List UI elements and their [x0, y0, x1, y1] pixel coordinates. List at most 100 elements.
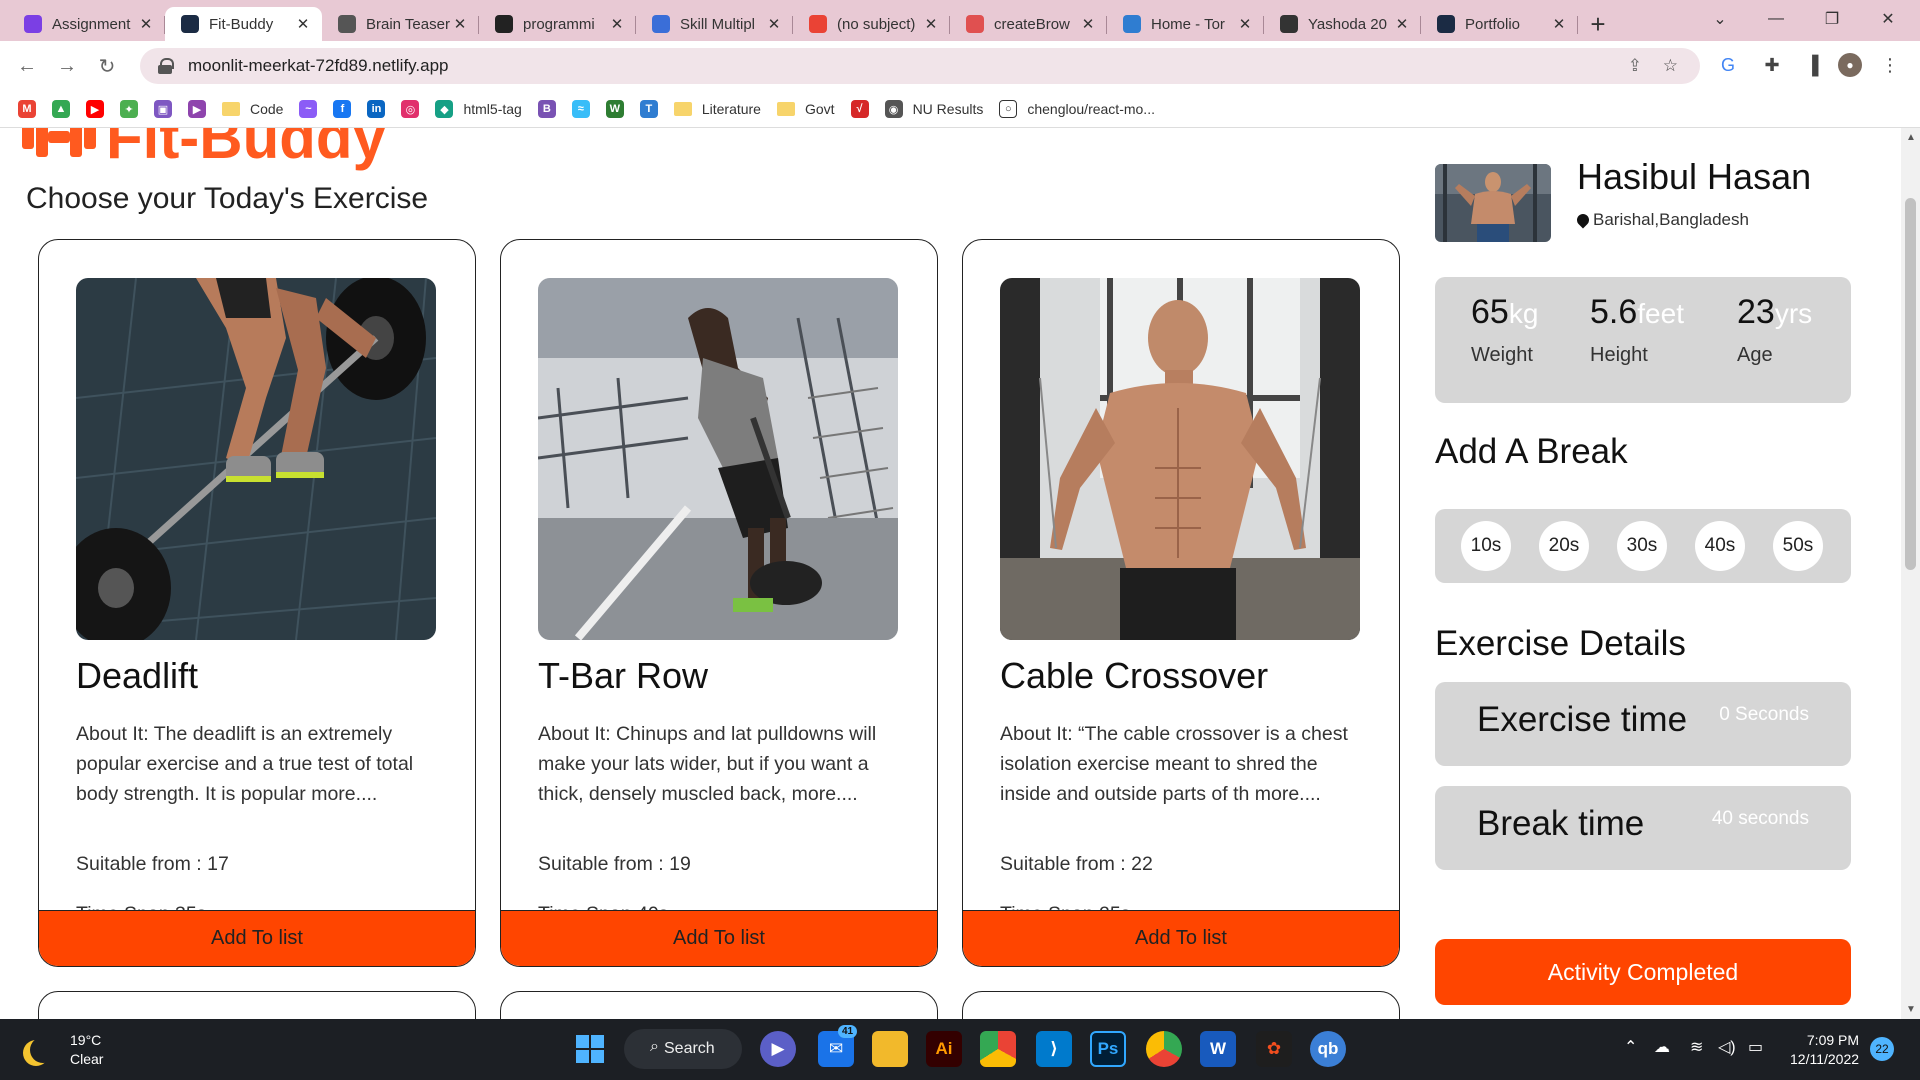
bookmark-item[interactable]: Code: [222, 101, 283, 117]
browser-tab[interactable]: Brain Teaser ✕: [322, 7, 479, 41]
browser-tab[interactable]: Skill Multipl ✕: [636, 7, 793, 41]
add-to-list-button[interactable]: Add To list: [963, 910, 1399, 966]
bookmark-item[interactable]: √: [850, 100, 869, 118]
back-icon[interactable]: ←: [14, 53, 40, 79]
bookmark-star-icon[interactable]: ☆: [1663, 56, 1678, 76]
browser-tab[interactable]: programmi ✕: [479, 7, 636, 41]
qbittorrent-icon[interactable]: qb: [1310, 1031, 1346, 1067]
scroll-down-icon[interactable]: ▼: [1906, 1004, 1916, 1015]
bookmark-item[interactable]: W: [605, 100, 624, 118]
scrollbar-thumb[interactable]: [1905, 198, 1916, 570]
bookmark-item[interactable]: ○ chenglou/react-mo...: [999, 100, 1155, 118]
teams-icon[interactable]: ▶: [760, 1031, 796, 1067]
bookmark-item[interactable]: ▶: [188, 100, 206, 118]
stat-age: 23yrs Age: [1737, 293, 1812, 367]
windows-start-icon[interactable]: [572, 1031, 608, 1067]
bookmark-item[interactable]: ≈: [571, 100, 590, 118]
bookmark-item[interactable]: in: [367, 100, 386, 118]
vscode-icon[interactable]: ⟩: [1036, 1031, 1072, 1067]
weather-widget[interactable]: 19°C Clear: [22, 1031, 103, 1069]
tab-close-icon[interactable]: ✕: [765, 15, 783, 33]
profile-avatar-icon[interactable]: ●: [1838, 53, 1862, 77]
break-option[interactable]: 40s: [1695, 521, 1745, 571]
translate-icon[interactable]: G: [1716, 53, 1740, 77]
tab-search-icon[interactable]: ⌄: [1692, 0, 1748, 38]
volume-icon[interactable]: ◁): [1718, 1037, 1736, 1057]
browser-tab[interactable]: Fit-Buddy ✕: [165, 7, 322, 41]
browser-tab[interactable]: (no subject) ✕: [793, 7, 950, 41]
bookmark-item[interactable]: ◎: [401, 100, 420, 118]
tab-close-icon[interactable]: ✕: [1079, 15, 1097, 33]
tab-close-icon[interactable]: ✕: [137, 15, 155, 33]
add-to-list-button[interactable]: Add To list: [39, 910, 475, 966]
tab-close-icon[interactable]: ✕: [1236, 15, 1254, 33]
taskbar-search[interactable]: ⌕ Search: [624, 1029, 742, 1069]
bookmark-item[interactable]: Govt: [776, 101, 835, 117]
photoshop-icon[interactable]: Ps: [1090, 1031, 1126, 1067]
illustrator-icon[interactable]: Ai: [926, 1031, 962, 1067]
stat-height: 5.6feet Height: [1590, 293, 1684, 367]
tab-close-icon[interactable]: ✕: [1393, 15, 1411, 33]
word-icon[interactable]: W: [1200, 1031, 1236, 1067]
tab-close-icon[interactable]: ✕: [451, 15, 469, 33]
share-icon[interactable]: ⇪: [1628, 56, 1642, 76]
minimize-icon[interactable]: —: [1748, 0, 1804, 38]
bookmark-item[interactable]: ◉ NU Results: [884, 100, 983, 118]
page-scrollbar[interactable]: ▲ ▼: [1901, 128, 1920, 1019]
bookmark-item[interactable]: ◆ html5-tag: [435, 100, 522, 118]
tab-close-icon[interactable]: ✕: [1550, 15, 1568, 33]
browser-tab[interactable]: createBrow ✕: [950, 7, 1107, 41]
tray-overflow-icon[interactable]: ⌃: [1624, 1037, 1637, 1057]
chrome-icon[interactable]: [980, 1031, 1016, 1067]
tab-favicon-icon: [652, 15, 670, 33]
browser-tab[interactable]: Yashoda 20 ✕: [1264, 7, 1421, 41]
bookmark-item[interactable]: ▣: [154, 100, 172, 118]
add-to-list-button[interactable]: Add To list: [501, 910, 937, 966]
bookmark-item[interactable]: ▶: [86, 100, 104, 118]
stat-value: 23: [1737, 293, 1775, 331]
break-option[interactable]: 50s: [1773, 521, 1823, 571]
notification-badge[interactable]: 22: [1870, 1037, 1894, 1061]
onedrive-icon[interactable]: ☁: [1654, 1037, 1670, 1057]
bookmark-item[interactable]: ~: [299, 100, 318, 118]
scroll-up-icon[interactable]: ▲: [1906, 132, 1916, 143]
break-option[interactable]: 10s: [1461, 521, 1511, 571]
activity-completed-button[interactable]: Activity Completed: [1435, 939, 1851, 1005]
browser-tab[interactable]: Assignment ✕: [8, 7, 165, 41]
browser-tab[interactable]: Portfolio ✕: [1421, 7, 1578, 41]
bookmark-item[interactable]: M: [18, 100, 36, 118]
mail-icon[interactable]: ✉ 41: [818, 1025, 858, 1067]
bookmark-item[interactable]: Literature: [673, 101, 761, 117]
tab-favicon-icon: [24, 15, 42, 33]
menu-icon[interactable]: ⋮: [1878, 53, 1902, 77]
new-tab-button[interactable]: +: [1578, 7, 1618, 41]
break-option[interactable]: 30s: [1617, 521, 1667, 571]
bookmark-item[interactable]: ▲: [52, 100, 70, 118]
figma-icon[interactable]: ✿: [1256, 1031, 1292, 1067]
file-explorer-icon[interactable]: [872, 1031, 908, 1067]
bookmark-item[interactable]: f: [333, 100, 352, 118]
brand-logo[interactable]: Fit-Buddy: [22, 128, 386, 172]
forward-icon[interactable]: →: [54, 53, 80, 79]
tab-close-icon[interactable]: ✕: [608, 15, 626, 33]
url-bar[interactable]: moonlit-meerkat-72fd89.netlify.app ⇪ ☆: [140, 48, 1700, 84]
chrome-canary-icon[interactable]: [1146, 1031, 1182, 1067]
browser-tab[interactable]: Home - Tor ✕: [1107, 7, 1264, 41]
bookmark-item[interactable]: ✦: [120, 100, 138, 118]
bookmark-item[interactable]: T: [639, 100, 658, 118]
close-window-icon[interactable]: ✕: [1860, 0, 1916, 38]
maps-icon: ✦: [120, 100, 138, 118]
tab-close-icon[interactable]: ✕: [922, 15, 940, 33]
maximize-icon[interactable]: ❐: [1804, 0, 1860, 38]
reload-icon[interactable]: ↻: [94, 53, 120, 79]
tab-close-icon[interactable]: ✕: [294, 15, 312, 33]
tab-title: Fit-Buddy: [209, 15, 274, 33]
wifi-icon[interactable]: ≋: [1690, 1037, 1703, 1057]
bookmark-item[interactable]: B: [537, 100, 556, 118]
taskbar-clock[interactable]: 7:09 PM 12/11/2022: [1790, 1031, 1859, 1069]
extensions-icon[interactable]: ✚: [1760, 53, 1784, 77]
cable-crossover-image: [1000, 278, 1360, 640]
break-option[interactable]: 20s: [1539, 521, 1589, 571]
side-panel-icon[interactable]: ▐: [1800, 53, 1824, 77]
battery-icon[interactable]: ▭: [1748, 1037, 1763, 1057]
